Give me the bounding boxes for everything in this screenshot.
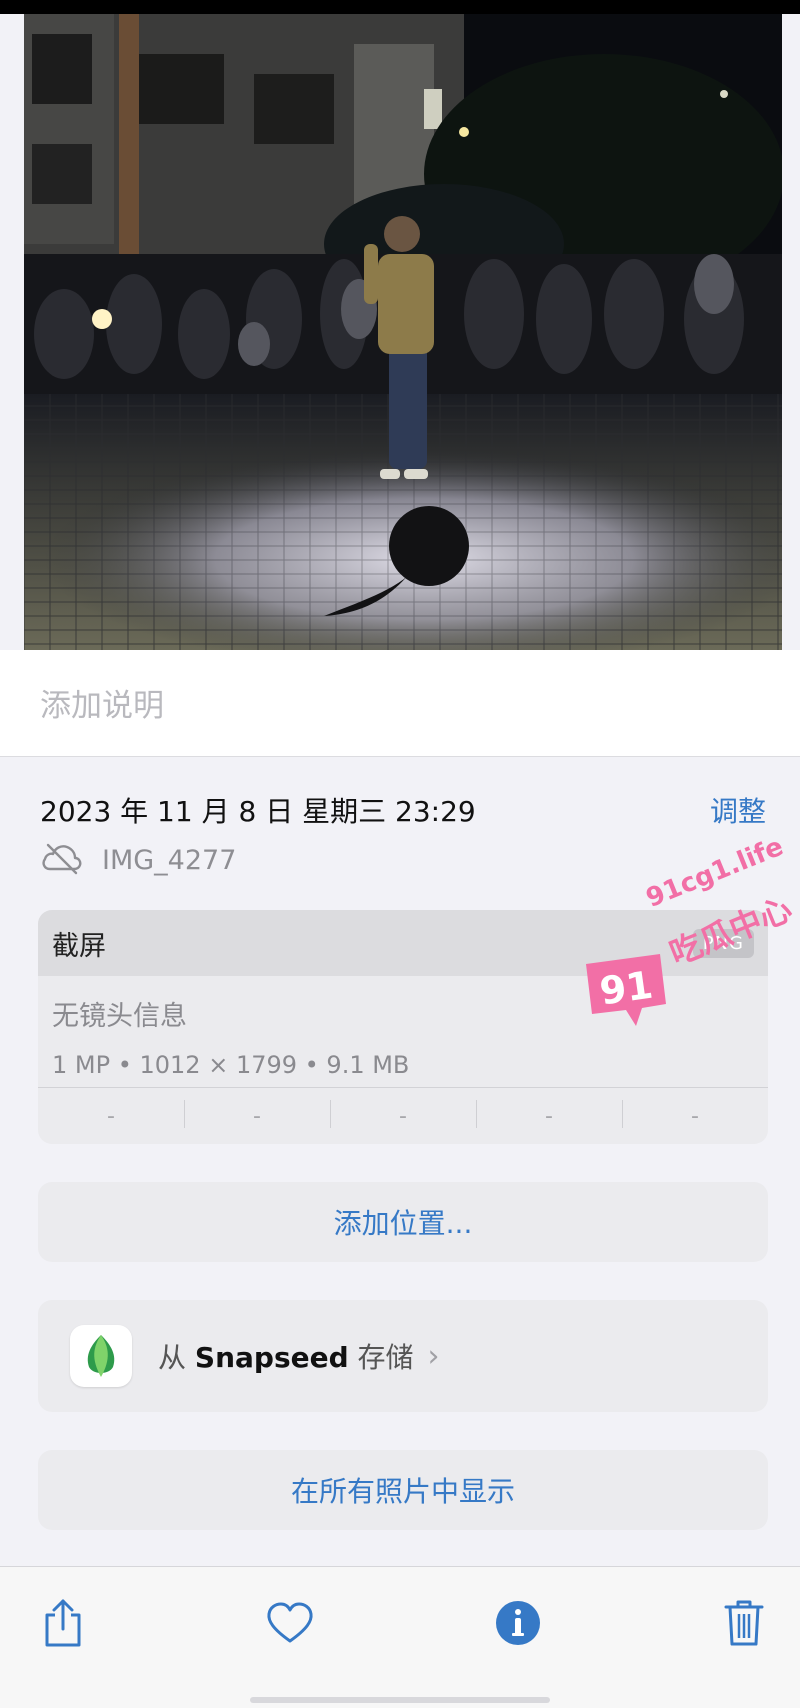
delete-button[interactable] (716, 1595, 772, 1651)
photo-image (24, 14, 782, 650)
photo-preview[interactable] (24, 14, 782, 650)
info-icon (496, 1601, 540, 1645)
exif-cell: - (184, 1088, 330, 1144)
watermark: 91cg1.life 吃瓜中心 91 (560, 832, 797, 1060)
caption-area[interactable]: 添加说明 (0, 650, 800, 757)
exif-cell: - (476, 1088, 622, 1144)
info-button[interactable] (490, 1595, 546, 1651)
share-button[interactable] (35, 1595, 91, 1651)
exif-cell: - (107, 1103, 115, 1129)
snapseed-source-row[interactable]: 从 Snapseed 存储 › (38, 1300, 768, 1412)
adjust-button[interactable]: 调整 (710, 790, 766, 830)
watermark-logo: 91 (580, 950, 670, 1030)
filename-row: IMG_4277 (40, 840, 236, 880)
snapseed-source-label: 从 Snapseed 存储 (158, 1341, 414, 1374)
metadata-title: 截屏 (52, 930, 106, 962)
photo-datetime: 2023 年 11 月 8 日 星期三 23:29 (40, 795, 476, 828)
cloud-slash-icon (40, 841, 82, 879)
trash-icon (724, 1600, 764, 1646)
favorite-button[interactable] (262, 1595, 318, 1651)
bottom-toolbar (0, 1566, 800, 1708)
status-bar (0, 0, 800, 14)
svg-text:91: 91 (597, 963, 655, 1014)
snapseed-app-icon (70, 1325, 132, 1387)
home-indicator (250, 1697, 550, 1703)
heart-icon (267, 1602, 313, 1643)
add-location-button[interactable]: 添加位置... (38, 1182, 768, 1262)
share-icon (45, 1599, 81, 1647)
exif-cell: - (622, 1088, 768, 1144)
show-in-all-photos-button[interactable]: 在所有照片中显示 (38, 1450, 768, 1530)
chevron-right-icon: › (427, 1338, 440, 1374)
caption-input[interactable]: 添加说明 (40, 680, 164, 725)
exif-row: - - - - - (38, 1087, 768, 1144)
exif-cell: - (330, 1088, 476, 1144)
snapseed-app-name: Snapseed (194, 1341, 349, 1374)
filename: IMG_4277 (102, 844, 237, 876)
